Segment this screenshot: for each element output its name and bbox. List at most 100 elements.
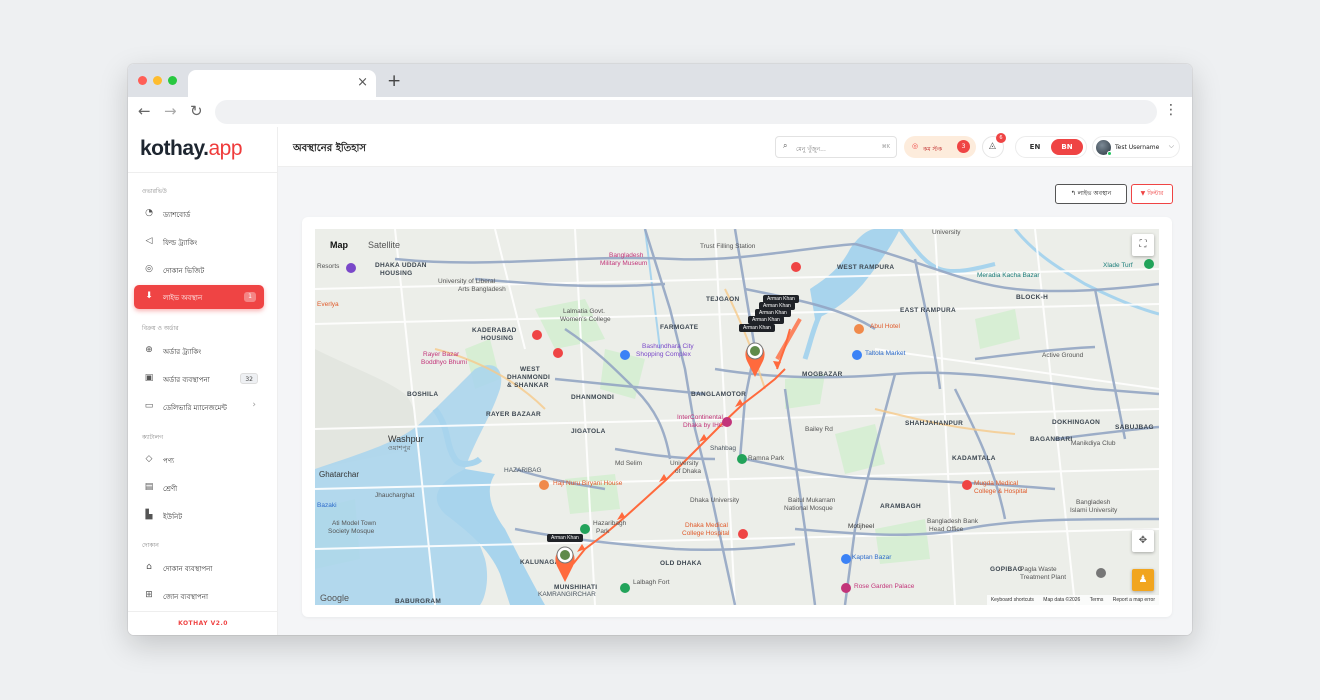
sidebar-item-products[interactable]: ◇ পণ্য: [134, 448, 264, 472]
maximize-dot-icon[interactable]: [168, 76, 177, 85]
sidebar-item-label: ড্যাশবোর্ড: [163, 211, 191, 219]
map-label: DHANMONDI: [507, 374, 550, 381]
sidebar-item-label: দোকান ব্যবস্থাপনা: [163, 565, 213, 573]
user-menu[interactable]: Test Username ⌵: [1092, 136, 1180, 158]
map-label: Dhaka Medical: [685, 522, 729, 529]
map-label: Boddhyo Bhumi: [421, 359, 467, 366]
fullscreen-icon[interactable]: ⛶: [1132, 234, 1154, 256]
online-indicator: [1107, 151, 1112, 156]
minimize-dot-icon[interactable]: [153, 76, 162, 85]
map-label: Bangladesh Bank: [927, 518, 979, 525]
map-type-satellite[interactable]: Satellite: [358, 234, 410, 256]
map-label: Trust Filling Station: [700, 243, 756, 250]
search-input[interactable]: ⌕ মেনু খুঁজুন... ⌘K: [775, 136, 897, 158]
browser-menu-icon[interactable]: ⋮: [1164, 102, 1178, 118]
street-view-icon[interactable]: ♟: [1132, 569, 1154, 591]
restaurant-icon: [854, 324, 864, 334]
map-type-map[interactable]: Map: [320, 234, 358, 256]
map-label: Abul Hotel: [870, 323, 901, 330]
cart-icon: ▣: [144, 373, 154, 383]
section-shops: দোকান: [142, 542, 159, 549]
reload-icon[interactable]: ↻: [190, 102, 203, 120]
close-dot-icon[interactable]: [138, 76, 147, 85]
map-label: Bangladesh: [1076, 499, 1111, 506]
map-data-text: Map data ©2026: [1043, 597, 1081, 603]
map-attribution: Keyboard shortcuts Map data ©2026 Terms …: [986, 595, 1159, 605]
map-label: BAGANBARI: [1030, 436, 1072, 443]
lang-en-button[interactable]: EN: [1020, 139, 1050, 155]
marker-tooltip[interactable]: Arman Khan: [748, 316, 784, 324]
map-label: SHAHJAHANPUR: [905, 420, 963, 427]
report-error-link[interactable]: Report a map error: [1113, 597, 1155, 603]
map-label: DHAKA UDDAN: [375, 262, 427, 269]
map-label: HAZARIBAG: [504, 467, 542, 474]
language-toggle: EN BN: [1015, 136, 1087, 158]
search-icon: ⌕: [783, 141, 788, 150]
map-label: MUNSHIHATI: [554, 584, 597, 591]
sidebar-item-label: অর্ডার ব্যবস্থাপনা: [163, 376, 210, 384]
map-label: Md Selim: [615, 460, 642, 467]
eye-icon: ◎: [145, 264, 153, 274]
sidebar-item-order-tracking[interactable]: ⊕ অর্ডার ট্র্যাকিং: [134, 339, 264, 363]
marker-tooltip[interactable]: Arman Khan: [547, 534, 583, 542]
map-label: Ramna Park: [748, 455, 785, 462]
hotel-icon: [722, 417, 732, 427]
sidebar-item-zone-management[interactable]: ⊞ জোন ব্যবস্থাপনা: [134, 584, 264, 608]
address-bar[interactable]: [215, 100, 1157, 124]
sidebar-item-delivery-management[interactable]: ▭ ডেলিভারি ম্যানেজমেন্ট ›: [134, 395, 264, 419]
section-sales: বিক্রয় ও অর্ডার: [142, 325, 179, 332]
map-label: BOSHILA: [407, 391, 438, 398]
sidebar-item-shop-management[interactable]: ⌂ দোকান ব্যবস্থাপনা: [134, 556, 264, 580]
new-tab-icon[interactable]: +: [387, 71, 401, 91]
landmark-icon: [1096, 568, 1106, 578]
park-icon: [1144, 259, 1154, 269]
live-location-button[interactable]: ↰ লাইভ অবস্থান: [1055, 184, 1127, 204]
tab-bar: × +: [128, 64, 1192, 97]
map-label: OLD DHAKA: [660, 560, 702, 567]
sidebar-item-units[interactable]: ▙ ইউনিট: [134, 504, 264, 528]
map-canvas[interactable]: DHAKA UDDAN HOUSING KADERABAD HOUSING WE…: [315, 229, 1159, 605]
map-label: GOPIBAG: [990, 566, 1023, 573]
map-label: University: [670, 460, 699, 467]
section-overview: ওভারভিউ: [142, 188, 167, 195]
sidebar: kothay.app ওভারভিউ ◔ ড্যাশবোর্ড ◁ ফিল্ড ট্…: [128, 127, 278, 635]
sidebar-item-categories[interactable]: ▤ শ্রেণী: [134, 476, 264, 500]
notification-count: 6: [996, 133, 1006, 143]
brand-logo[interactable]: kothay.app: [140, 137, 243, 161]
recenter-icon[interactable]: ✥: [1132, 530, 1154, 552]
map-label: BABURGRAM: [395, 598, 441, 605]
map-label: Active Ground: [1042, 352, 1084, 359]
sidebar-item-field-tracking[interactable]: ◁ ফিল্ড ট্র্যাকিং: [134, 230, 264, 254]
count-badge: 32: [240, 373, 258, 384]
browser-tab[interactable]: ×: [188, 70, 376, 97]
shop-icon: [852, 350, 862, 360]
map-label: Head Office: [929, 526, 964, 533]
filter-button[interactable]: ▼ ফিল্টার: [1131, 184, 1173, 204]
map-label: Dhaka by IHG: [683, 422, 724, 429]
park-icon: [620, 583, 630, 593]
sidebar-item-shop-visit[interactable]: ◎ দোকান ভিজিট: [134, 258, 264, 282]
map-label: Military Museum: [600, 260, 647, 267]
download-icon: ⬇: [145, 291, 153, 301]
forward-icon[interactable]: →: [164, 102, 177, 120]
marker-tooltip[interactable]: Arman Khan: [739, 324, 775, 332]
lang-bn-button[interactable]: BN: [1051, 139, 1083, 155]
map-label: Rayer Bazar: [423, 351, 460, 358]
browser-toolbar: ← → ↻ ⋮: [128, 97, 1192, 127]
sidebar-item-order-management[interactable]: ▣ অর্ডার ব্যবস্থাপনা 32: [134, 367, 264, 391]
map[interactable]: DHAKA UDDAN HOUSING KADERABAD HOUSING WE…: [315, 229, 1159, 605]
low-stock-label: কম স্টক: [923, 146, 943, 153]
back-icon[interactable]: ←: [138, 102, 151, 120]
sidebar-item-dashboard[interactable]: ◔ ড্যাশবোর্ড: [134, 202, 264, 226]
map-label: Bangladesh: [609, 252, 644, 259]
map-label: Mugda Medical: [974, 480, 1019, 487]
map-label: WEST: [520, 366, 540, 373]
map-label: Lalbagh Fort: [633, 579, 670, 586]
keyboard-shortcuts-link[interactable]: Keyboard shortcuts: [991, 597, 1034, 603]
notifications-button[interactable]: ◬ 6: [982, 133, 1006, 158]
low-stock-button[interactable]: ◎ কম স্টক 3: [904, 136, 976, 158]
terms-link[interactable]: Terms: [1090, 597, 1104, 603]
map-label: Treatment Plant: [1020, 574, 1066, 581]
tab-close-icon[interactable]: ×: [357, 75, 368, 90]
sidebar-item-live-location[interactable]: ⬇ লাইভ অবস্থান 1: [134, 285, 264, 309]
